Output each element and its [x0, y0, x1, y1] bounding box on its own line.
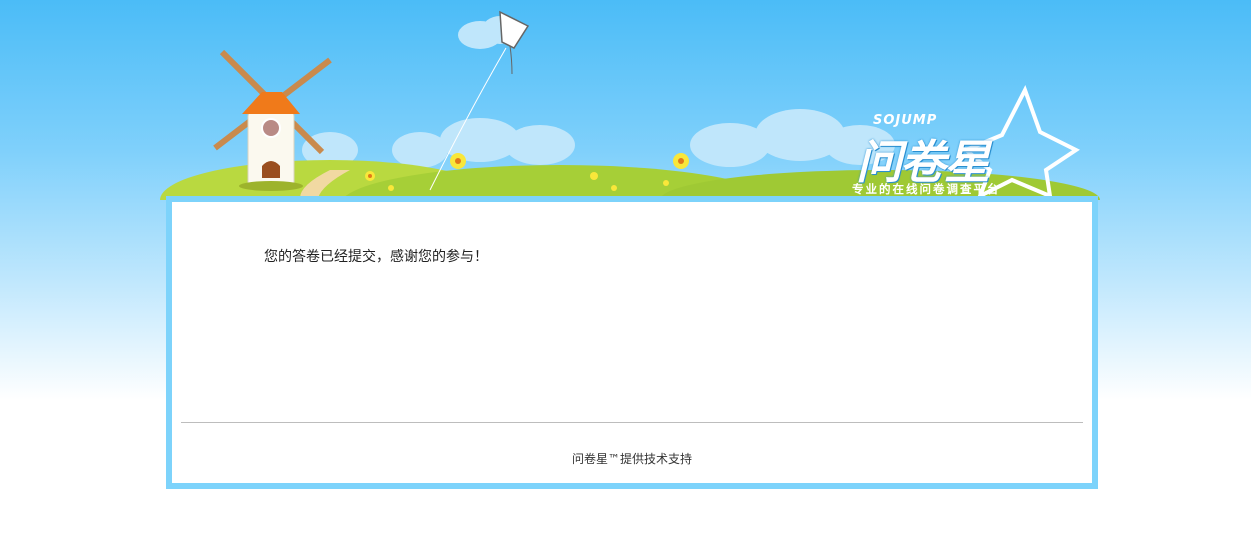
clouds: [302, 16, 895, 168]
divider: [181, 422, 1083, 423]
result-card: 您的答卷已经提交，感谢您的参与！ 问卷星™提供技术支持: [166, 196, 1098, 489]
logo-tagline: 专业的在线问卷调查平台: [852, 182, 1001, 196]
header-banner: SOJUMP 问卷星 专业的在线问卷调查平台: [0, 0, 1251, 245]
powered-by-footer: 问卷星™提供技术支持: [571, 452, 692, 466]
submission-message: 您的答卷已经提交，感谢您的参与！: [264, 249, 488, 265]
banner-illustration: [160, 10, 1100, 245]
